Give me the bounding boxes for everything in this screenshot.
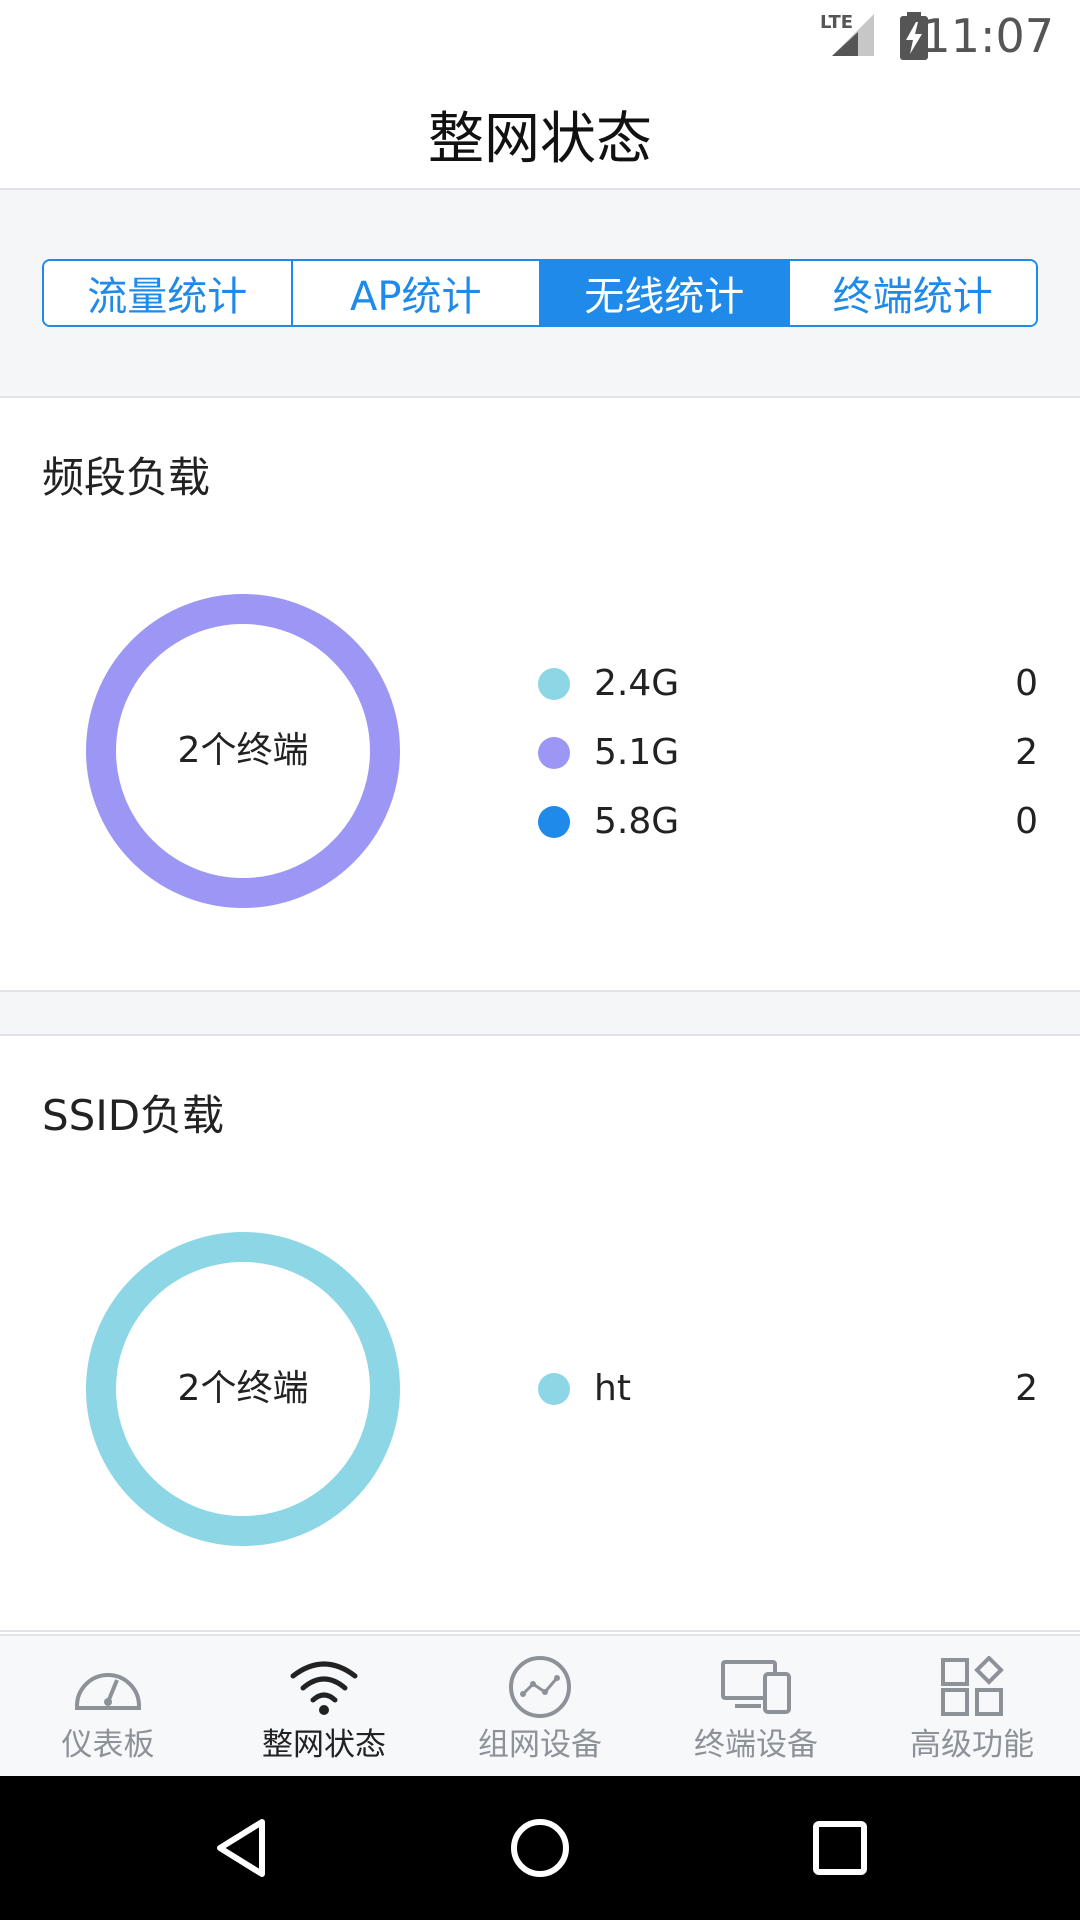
legend-dot-5-1g (538, 737, 570, 769)
nav-item-network-devices[interactable]: 组网设备 (432, 1636, 648, 1778)
legend-dot-5-8g (538, 806, 570, 838)
nav-label: 组网设备 (478, 1727, 602, 1763)
legend-value: 2 (1015, 732, 1038, 773)
legend-label: 5.8G (594, 801, 680, 842)
band-load-center-label: 2个终端 (177, 730, 309, 771)
status-time: 11:07 (921, 9, 1054, 63)
ssid-load-donut: 2个终端 (86, 1232, 400, 1546)
legend-value: 0 (1015, 663, 1038, 704)
legend-value: 2 (1015, 1368, 1038, 1409)
legend-dot-ht (538, 1373, 570, 1405)
system-nav-bar (0, 1776, 1080, 1920)
legend-label: 2.4G (594, 663, 680, 704)
ssid-load-title: SSID负载 (42, 1091, 225, 1140)
legend-dot-2-4g (538, 668, 570, 700)
nav-item-advanced[interactable]: 高级功能 (864, 1636, 1080, 1778)
nav-label: 高级功能 (910, 1727, 1034, 1763)
segmented-tabs: 流量统计 AP统计 无线统计 终端统计 (42, 259, 1038, 327)
nav-item-network-status[interactable]: 整网状态 (216, 1636, 432, 1778)
home-icon[interactable] (508, 1816, 572, 1880)
back-icon[interactable] (210, 1816, 274, 1880)
apps-grid-icon (941, 1656, 1004, 1716)
band-load-title: 频段负载 (42, 453, 211, 502)
section-divider (0, 992, 1080, 1036)
legend-item-5-8g: 5.8G 0 (538, 796, 1038, 848)
ssid-load-center-label: 2个终端 (177, 1368, 309, 1409)
legend-item-ht: ht 2 (538, 1363, 1038, 1415)
tab-terminal-stats[interactable]: 终端统计 (789, 261, 1036, 325)
network-label: LTE (820, 12, 853, 33)
status-bar: LTE 11:07 (0, 0, 1080, 72)
legend-label: 5.1G (594, 732, 680, 773)
tabs-section: 流量统计 AP统计 无线统计 终端统计 (0, 190, 1080, 398)
title-bar: 整网状态 (0, 72, 1080, 190)
nav-label: 仪表板 (61, 1727, 155, 1763)
page-title: 整网状态 (428, 107, 652, 172)
band-load-donut: 2个终端 (86, 594, 400, 908)
page: LTE 11:07 整网状态 流量统计 AP统计 无线统计 终端统计 频段负载 … (0, 0, 1080, 1920)
recents-icon[interactable] (808, 1816, 872, 1880)
legend-item-5-1g: 5.1G 2 (538, 727, 1038, 779)
ssid-load-card: SSID负载 2个终端 ht 2 (0, 1036, 1080, 1632)
legend-label: ht (594, 1368, 631, 1409)
nav-item-terminal-devices[interactable]: 终端设备 (648, 1636, 864, 1778)
nav-label: 终端设备 (694, 1727, 818, 1763)
tab-traffic-stats[interactable]: 流量统计 (44, 261, 293, 325)
tab-ap-stats[interactable]: AP统计 (292, 261, 541, 325)
speedometer-icon (75, 1673, 141, 1710)
network-graph-icon (509, 1656, 571, 1718)
wifi-icon (290, 1661, 358, 1715)
bottom-nav: 仪表板 整网状态 组网设备 终端设备 高级功能 (0, 1634, 1080, 1778)
nav-item-dashboard[interactable]: 仪表板 (0, 1636, 216, 1778)
lte-signal-icon: LTE (820, 12, 874, 56)
legend-item-2-4g: 2.4G 0 (538, 658, 1038, 710)
nav-label: 整网状态 (262, 1727, 386, 1763)
band-load-card: 频段负载 2个终端 2.4G 0 5.1G 2 5.8G 0 (0, 398, 1080, 992)
legend-value: 0 (1015, 801, 1038, 842)
tab-wireless-stats[interactable]: 无线统计 (541, 261, 790, 325)
devices-icon (721, 1660, 791, 1714)
